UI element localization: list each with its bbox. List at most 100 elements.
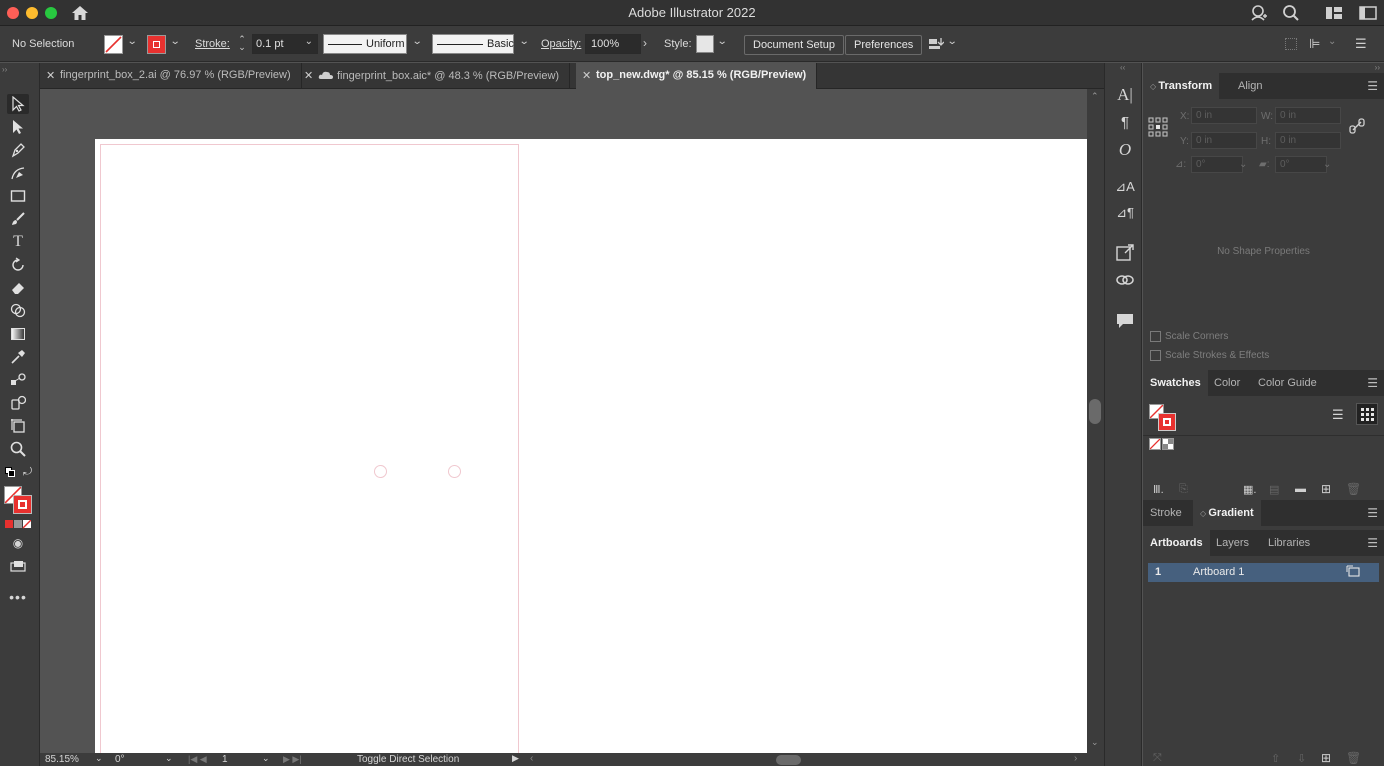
delete-artboard-icon[interactable]: 🗑 (1346, 751, 1361, 765)
paragraph-panel-icon[interactable]: ¶ (1115, 114, 1135, 134)
stroke-label[interactable]: Stroke: (195, 38, 230, 50)
reference-point-icon[interactable] (1147, 116, 1169, 138)
opentype-panel-icon[interactable]: O (1115, 140, 1135, 160)
artboard-list-item[interactable]: 1 Artboard 1 (1148, 563, 1379, 582)
shear-chevron-icon[interactable]: ⌄ (1323, 159, 1331, 170)
zoom-chevron-icon[interactable]: ⌄ (95, 753, 103, 764)
transform-grid-icon[interactable] (1285, 38, 1297, 50)
direct-selection-tool-icon[interactable] (7, 117, 29, 137)
tab-color[interactable]: Color (1207, 370, 1247, 396)
shape-builder-tool-icon[interactable] (7, 301, 29, 321)
expand-panels-icon[interactable]: ‹‹ (1120, 63, 1125, 72)
curvature-tool-icon[interactable] (7, 163, 29, 183)
place-swatches-icon[interactable]: ⎘ (1179, 483, 1188, 496)
graphic-style-swatch[interactable] (696, 35, 714, 53)
document-tab[interactable]: ✕ fingerprint_box.aic* @ 48.3 % (RGB/Pre… (298, 63, 571, 89)
variable-width-profile-select[interactable]: Uniform (323, 34, 407, 54)
workspace-switcher-icon[interactable] (1325, 6, 1343, 20)
rearrange-artboards-icon[interactable]: ⤧ (1153, 752, 1162, 765)
preferences-button[interactable]: Preferences (845, 35, 923, 55)
swatch-stroke-indicator[interactable] (1158, 413, 1176, 431)
draw-mode-icon[interactable]: ◉ (7, 533, 29, 553)
stroke-weight-field[interactable]: 0.1 pt ⌄ (252, 34, 318, 54)
fill-dropdown-chevron-icon[interactable]: ⌄ (127, 36, 138, 47)
artboard-chevron-icon[interactable]: ⌄ (262, 753, 270, 764)
canvas-area[interactable] (40, 89, 1087, 753)
close-tab-icon[interactable]: ✕ (46, 69, 55, 82)
rotation-chevron-icon[interactable]: ⌄ (165, 753, 173, 764)
registration-swatch[interactable] (1162, 438, 1174, 450)
export-for-screens-icon[interactable] (1115, 244, 1135, 264)
grid-view-icon[interactable] (1356, 403, 1378, 425)
swatch-libraries-icon[interactable]: Ⅲ. (1153, 483, 1164, 496)
brush-dropdown-chevron-icon[interactable]: ⌄ (519, 36, 530, 47)
show-swatch-kinds-icon[interactable]: ▦. (1243, 483, 1256, 496)
search-icon[interactable] (1282, 4, 1300, 22)
document-setup-button[interactable]: Document Setup (744, 35, 844, 55)
blend-tool-icon[interactable] (7, 370, 29, 390)
horizontal-scrollbar-thumb[interactable] (776, 755, 801, 765)
arrange-dropdown-chevron-icon[interactable]: ⌄ (947, 36, 958, 47)
scroll-left-arrow-icon[interactable]: ‹ (530, 753, 533, 764)
none-swatch[interactable] (1149, 438, 1161, 450)
collapse-dock-icon[interactable]: ›› (1375, 63, 1380, 72)
scrollbar-thumb[interactable] (1089, 399, 1101, 424)
status-menu-arrow-icon[interactable]: ▶ (512, 753, 519, 764)
opacity-arrow-icon[interactable]: › (643, 36, 647, 50)
style-dropdown-chevron-icon[interactable]: ⌄ (717, 36, 728, 47)
drawing-outline[interactable] (100, 144, 519, 753)
brush-definition-select[interactable]: Basic (432, 34, 514, 54)
panel-menu-icon[interactable]: ☰ (1367, 506, 1378, 520)
arrange-documents-icon[interactable] (1359, 6, 1377, 20)
scroll-right-arrow-icon[interactable]: › (1074, 753, 1077, 764)
rectangle-tool-icon[interactable] (7, 186, 29, 206)
panel-menu-icon[interactable]: ☰ (1367, 79, 1378, 93)
arrange-objects-icon[interactable] (928, 37, 945, 51)
tab-gradient[interactable]: ◇ Gradient (1193, 500, 1261, 526)
character-panel-icon[interactable]: A| (1115, 85, 1135, 105)
opacity-field[interactable]: 100% (585, 34, 641, 54)
eyedropper-tool-icon[interactable] (7, 347, 29, 367)
opacity-label[interactable]: Opacity: (541, 38, 581, 50)
paragraph-styles-icon[interactable]: ⊿¶ (1115, 205, 1135, 225)
swatch-options-icon[interactable]: ▤ (1269, 483, 1279, 496)
stroke-swatch[interactable] (147, 35, 166, 54)
panel-menu-icon[interactable]: ☰ (1367, 376, 1378, 390)
shear-field[interactable]: 0° (1275, 156, 1327, 173)
move-down-icon[interactable]: ⇩ (1297, 752, 1306, 765)
collapse-panel-icon[interactable]: ›› (2, 65, 7, 74)
scroll-down-arrow-icon[interactable]: ⌄ (1091, 737, 1099, 748)
comments-panel-icon[interactable] (1115, 312, 1135, 332)
rotate-tool-icon[interactable] (7, 255, 29, 275)
character-styles-icon[interactable]: ⊿A (1115, 179, 1135, 199)
artboard-tool-icon[interactable] (7, 416, 29, 436)
stroke-dropdown-chevron-icon[interactable]: ⌄ (170, 36, 181, 47)
gradient-tool-icon[interactable] (7, 324, 29, 344)
zoom-level-field[interactable]: 85.15% (45, 754, 79, 765)
new-artboard-icon[interactable]: ⊞ (1321, 751, 1331, 765)
last-artboard-icon[interactable]: ▶ ▶| (283, 754, 302, 765)
tab-stroke[interactable]: Stroke (1143, 500, 1189, 526)
tab-layers[interactable]: Layers (1209, 530, 1256, 556)
zoom-tool-icon[interactable] (7, 439, 29, 459)
new-swatch-icon[interactable]: ⊞ (1321, 482, 1331, 496)
x-field[interactable]: 0 in (1191, 107, 1257, 124)
default-fill-stroke-icon[interactable] (5, 467, 15, 477)
rotation-field[interactable]: 0° (115, 754, 125, 765)
move-up-icon[interactable]: ⇧ (1271, 752, 1280, 765)
panel-menu-icon[interactable]: ☰ (1355, 36, 1367, 52)
constrain-proportions-icon[interactable] (1349, 118, 1365, 134)
artboard-number-field[interactable]: 1 (222, 754, 228, 765)
scale-strokes-checkbox[interactable] (1150, 350, 1161, 361)
edit-toolbar-icon[interactable]: ••• (7, 587, 29, 607)
align-objects-icon[interactable]: ⊫ (1309, 36, 1320, 52)
w-field[interactable]: 0 in (1275, 107, 1341, 124)
screen-mode-icon[interactable] (7, 556, 29, 576)
circle-shape[interactable] (448, 465, 461, 478)
type-tool-icon[interactable]: T (7, 232, 29, 252)
document-tab-active[interactable]: ✕ top_new.dwg* @ 85.15 % (RGB/Preview) (576, 63, 818, 89)
close-tab-icon[interactable]: ✕ (304, 69, 313, 82)
rotate-field[interactable]: 0° (1191, 156, 1243, 173)
new-color-group-icon[interactable]: ▬ (1295, 483, 1306, 495)
rotate-chevron-icon[interactable]: ⌄ (1239, 159, 1247, 170)
